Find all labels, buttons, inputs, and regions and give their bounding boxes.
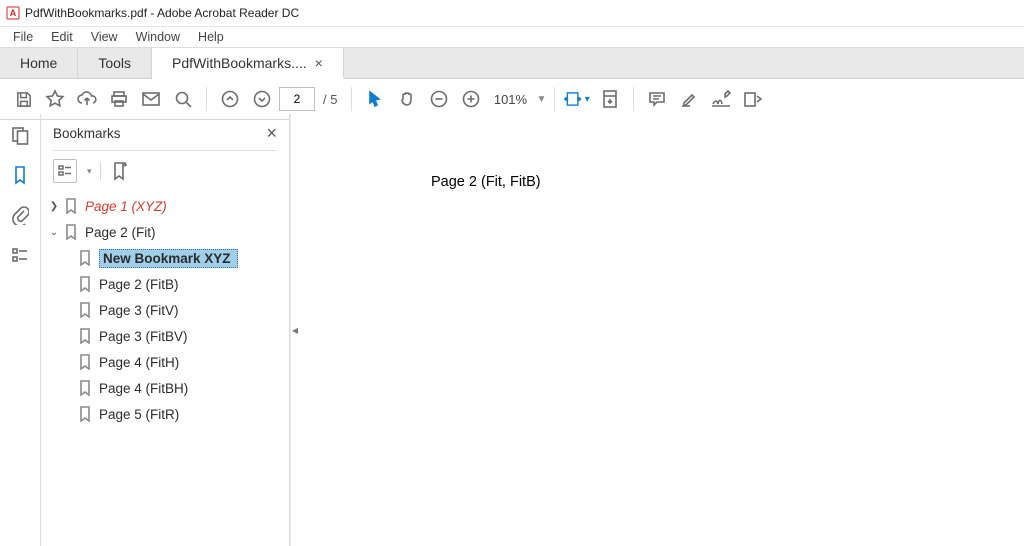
bookmark-icon	[77, 276, 93, 292]
page-total-label: / 5	[323, 92, 337, 107]
bookmark-label: Page 5 (FitR)	[99, 407, 179, 422]
tab-home-label: Home	[20, 55, 57, 71]
sticky-note-icon[interactable]	[642, 84, 672, 114]
bookmark-item-new-selected[interactable]: · New Bookmark XYZ	[47, 245, 283, 271]
panel-collapse-handle[interactable]: ◂	[290, 313, 300, 347]
bookmark-item-page3-fitbv[interactable]: · Page 3 (FitBV)	[47, 323, 283, 349]
app-icon: A	[6, 6, 20, 20]
main-body: Bookmarks × ▾ ❯ Page 1 (XYZ) ⌄ Page 2 (F…	[0, 114, 1024, 546]
collapse-icon[interactable]: ⌄	[47, 227, 61, 238]
search-icon[interactable]	[168, 84, 198, 114]
email-icon[interactable]	[136, 84, 166, 114]
bookmark-label: Page 4 (FitH)	[99, 355, 179, 370]
window-title: PdfWithBookmarks.pdf - Adobe Acrobat Rea…	[25, 6, 299, 20]
expand-icon[interactable]: ❯	[47, 201, 61, 212]
bookmark-item-page4-fith[interactable]: · Page 4 (FitH)	[47, 349, 283, 375]
panel-tools: ▾	[41, 157, 289, 189]
bookmark-item-page5-fitr[interactable]: · Page 5 (FitR)	[47, 401, 283, 427]
fit-page-icon[interactable]	[595, 84, 625, 114]
more-tools-icon[interactable]	[738, 84, 768, 114]
svg-text:A: A	[10, 8, 17, 18]
document-view[interactable]: ◂ Page 2 (Fit, FitB)	[290, 114, 1024, 546]
save-icon[interactable]	[8, 84, 38, 114]
bookmark-icon	[77, 380, 93, 396]
toolbar-separator	[206, 87, 207, 111]
menu-edit[interactable]: Edit	[42, 29, 82, 45]
tab-document-active[interactable]: PdfWithBookmarks.... ×	[152, 48, 344, 79]
titlebar: A PdfWithBookmarks.pdf - Adobe Acrobat R…	[0, 0, 1024, 27]
bookmark-item-page4-fitbh[interactable]: · Page 4 (FitBH)	[47, 375, 283, 401]
bookmarks-panel: Bookmarks × ▾ ❯ Page 1 (XYZ) ⌄ Page 2 (F…	[41, 114, 290, 546]
bookmark-icon	[77, 354, 93, 370]
bookmark-icon	[77, 328, 93, 344]
hand-pan-icon[interactable]	[392, 84, 422, 114]
bookmark-item-page3-fitv[interactable]: · Page 3 (FitV)	[47, 297, 283, 323]
tab-document-label: PdfWithBookmarks....	[172, 55, 307, 71]
tab-home[interactable]: Home	[0, 48, 78, 78]
zoom-in-icon[interactable]	[456, 84, 486, 114]
tab-strip: Home Tools PdfWithBookmarks.... ×	[0, 48, 1024, 79]
menu-help[interactable]: Help	[189, 29, 233, 45]
panel-close-icon[interactable]: ×	[266, 123, 277, 144]
panel-tools-separator	[100, 162, 101, 180]
tab-close-icon[interactable]: ×	[315, 55, 323, 71]
panel-title: Bookmarks	[53, 126, 121, 141]
page-number-input[interactable]	[279, 87, 315, 111]
page-text: Page 2 (Fit, FitB)	[431, 174, 541, 190]
bookmark-tree: ❯ Page 1 (XYZ) ⌄ Page 2 (Fit) · New Book…	[41, 189, 289, 435]
thumbnails-icon[interactable]	[7, 122, 33, 148]
bookmark-item-page2-fit[interactable]: ⌄ Page 2 (Fit)	[47, 219, 283, 245]
attachments-icon[interactable]	[7, 202, 33, 228]
bookmark-item-page1-xyz[interactable]: ❯ Page 1 (XYZ)	[47, 193, 283, 219]
bookmark-label: Page 1 (XYZ)	[85, 199, 167, 214]
panel-header: Bookmarks ×	[41, 118, 289, 148]
menu-file[interactable]: File	[4, 29, 42, 45]
panel-options-button[interactable]	[53, 159, 77, 183]
toolbar-separator	[351, 87, 352, 111]
zoom-level-label[interactable]: 101%	[488, 92, 532, 107]
bookmark-icon	[63, 198, 79, 214]
bookmark-icon	[63, 224, 79, 240]
menu-view[interactable]: View	[82, 29, 127, 45]
signature-icon[interactable]	[706, 84, 736, 114]
highlight-icon[interactable]	[674, 84, 704, 114]
tab-tools-label: Tools	[98, 55, 131, 71]
bookmark-label: Page 2 (Fit)	[85, 225, 156, 240]
bookmark-icon	[77, 302, 93, 318]
panel-options-dropdown-icon[interactable]: ▾	[87, 166, 92, 177]
bookmark-label: Page 3 (FitV)	[99, 303, 179, 318]
bookmark-label: Page 4 (FitBH)	[99, 381, 188, 396]
toolbar-separator	[554, 87, 555, 111]
zoom-out-icon[interactable]	[424, 84, 454, 114]
toolbar-separator	[633, 87, 634, 111]
menubar: File Edit View Window Help	[0, 27, 1024, 48]
print-icon[interactable]	[104, 84, 134, 114]
tab-tools[interactable]: Tools	[78, 48, 152, 78]
zoom-dropdown-icon[interactable]: ▼	[536, 94, 546, 105]
bookmark-icon	[77, 250, 93, 266]
fit-width-icon[interactable]: ▾	[563, 84, 593, 114]
page-up-icon[interactable]	[215, 84, 245, 114]
bookmarks-rail-icon[interactable]	[7, 162, 33, 188]
nav-rail	[0, 114, 41, 546]
menu-window[interactable]: Window	[127, 29, 189, 45]
tags-icon[interactable]	[7, 242, 33, 268]
page-down-icon[interactable]	[247, 84, 277, 114]
panel-divider	[53, 150, 277, 151]
bookmark-label: New Bookmark XYZ	[99, 249, 238, 268]
cloud-upload-icon[interactable]	[72, 84, 102, 114]
star-icon[interactable]	[40, 84, 70, 114]
bookmark-label: Page 2 (FitB)	[99, 277, 179, 292]
bookmark-item-page2-fitb[interactable]: · Page 2 (FitB)	[47, 271, 283, 297]
bookmark-label: Page 3 (FitBV)	[99, 329, 188, 344]
selection-arrow-icon[interactable]	[360, 84, 390, 114]
new-bookmark-button[interactable]	[109, 160, 129, 182]
bookmark-icon	[77, 406, 93, 422]
